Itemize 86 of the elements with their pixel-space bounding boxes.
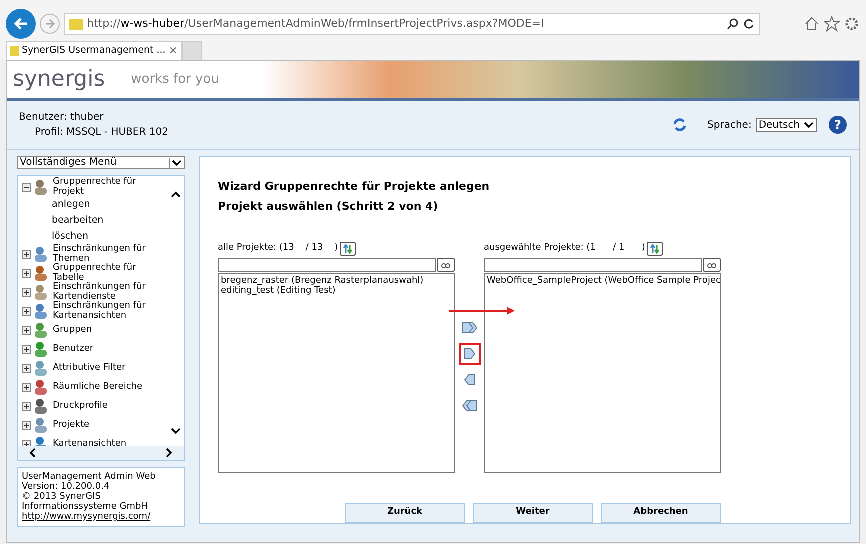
logo: synergis <box>13 66 106 94</box>
scroll-left-icon[interactable] <box>28 448 38 458</box>
back-button[interactable] <box>6 9 36 39</box>
tab-close[interactable]: × <box>168 42 178 60</box>
sort-button[interactable] <box>340 242 356 256</box>
website-link[interactable]: http://www.mysynergis.com/ <box>22 512 180 522</box>
sort-icon <box>650 244 660 254</box>
wizard-button[interactable]: Abbrechen <box>601 503 721 523</box>
menu-subitem[interactable]: löschen <box>22 229 168 244</box>
chevron-icon[interactable] <box>172 158 182 168</box>
binoculars-icon <box>441 261 451 269</box>
list-item[interactable]: bregenz_raster (Bregenz Rasterplanauswahl) <box>221 276 452 286</box>
filter-field[interactable] <box>218 258 436 272</box>
list-label: alle Projekte: (13 / 13 ) <box>218 242 338 256</box>
expand-toggle-icon[interactable] <box>22 268 31 278</box>
filter-button[interactable] <box>437 258 455 272</box>
expand-toggle-icon[interactable] <box>22 306 31 316</box>
wizard-button[interactable]: Zurück <box>345 503 465 523</box>
menu-select[interactable]: Vollständiges Menü <box>17 156 185 169</box>
settings-icon[interactable] <box>844 16 860 32</box>
menu-item[interactable]: Einschränkungen für Themen <box>53 244 168 264</box>
browser-tab[interactable]: SynerGIS Usermanagement ... × <box>6 41 182 60</box>
annotation-arrow <box>449 307 515 315</box>
chevron-icon[interactable] <box>804 120 814 130</box>
scroll-down-icon[interactable] <box>171 426 181 436</box>
expand-toggle-icon[interactable] <box>22 420 31 430</box>
language-value: Deutsch <box>758 118 800 132</box>
sort-icon <box>343 244 354 254</box>
forward-arrow-icon <box>45 19 55 29</box>
menu-subitem[interactable]: anlegen <box>22 197 168 212</box>
wizard-subtitle: Projekt auswählen (Schritt 2 von 4) <box>218 198 440 214</box>
language-select[interactable]: Deutsch <box>756 118 817 132</box>
wizard-button[interactable]: Weiter <box>473 503 593 523</box>
expand-toggle-icon[interactable] <box>22 440 31 446</box>
language-label: Sprache: <box>708 118 752 132</box>
star-icon[interactable] <box>824 16 840 32</box>
profile-text: Profil: MSSQL - HUBER 102 <box>34 126 168 140</box>
expand-toggle-icon[interactable] <box>22 364 31 372</box>
expand-toggle-icon[interactable] <box>22 288 31 296</box>
tab-title: SynerGIS Usermanagement ... <box>22 44 166 58</box>
sync-icon[interactable] <box>672 117 688 133</box>
expand-toggle-icon[interactable] <box>22 344 31 354</box>
menu-select-value: Vollständiges Menü <box>20 156 117 170</box>
expand-toggle-icon[interactable] <box>22 402 31 410</box>
expand-toggle-icon[interactable] <box>22 382 31 392</box>
menu-item[interactable]: Einschränkungen für Kartenansichten <box>53 301 168 321</box>
collapse-toggle-icon[interactable] <box>22 182 31 192</box>
expand-toggle-icon[interactable] <box>22 250 31 258</box>
menu-item[interactable]: Gruppenrechte für Projekt <box>53 177 168 197</box>
page-icon <box>10 46 19 56</box>
binoculars-icon <box>707 261 717 269</box>
list-label: ausgewählte Projekte: (1 / 1 ) <box>484 242 646 256</box>
page-icon <box>69 18 83 30</box>
user-text: Benutzer: thuber <box>19 111 105 125</box>
address-bar[interactable]: http://w-ws-huber/UserManagementAdminWeb/frmInsertProjectPrivs.aspx?MODE=I <box>64 13 760 35</box>
menu-item[interactable]: Druckprofile <box>53 401 108 411</box>
list-item[interactable]: WebOffice_SampleProject (WebOffice Sample Projec <box>487 276 718 286</box>
about-text: UserManagement Admin Web <box>22 472 157 482</box>
wizard-title: Wizard Gruppenrechte für Projekte anlegen <box>218 179 491 195</box>
search-icon[interactable] <box>727 18 739 30</box>
menu-item[interactable]: Benutzer <box>53 344 94 354</box>
back-arrow-icon <box>13 16 29 32</box>
menu-item[interactable]: Attributive Filter <box>53 363 126 373</box>
about-text: Version: 10.200.0.4 <box>22 482 111 492</box>
scroll-up-icon[interactable] <box>171 190 181 200</box>
menu-item[interactable]: Räumliche Bereiche <box>53 382 143 392</box>
list-item[interactable]: editing_test (Editing Test) <box>221 286 452 296</box>
refresh-icon[interactable] <box>743 18 755 30</box>
sort-button[interactable] <box>647 242 664 256</box>
url-text: http://w-ws-huber/UserManagementAdminWeb/frmInsertProjectPrivs.aspx?MODE=I <box>87 16 546 32</box>
menu-item[interactable]: Projekte <box>53 420 90 430</box>
home-icon[interactable] <box>804 16 820 32</box>
help-button[interactable]: ? <box>829 116 847 134</box>
move-button[interactable] <box>458 343 480 365</box>
menu-item[interactable]: Gruppen <box>53 325 92 335</box>
about-text: Informationssysteme GmbH <box>22 502 149 512</box>
menu-item[interactable]: Einschränkungen für Kartendienste <box>53 282 168 302</box>
filter-button[interactable] <box>703 258 721 272</box>
menu-item[interactable]: Gruppenrechte für Tabelle <box>53 263 168 283</box>
about-text: © 2013 SynerGIS <box>22 492 102 502</box>
scroll-right-icon[interactable] <box>164 448 174 458</box>
menu-subitem[interactable]: bearbeiten <box>22 213 168 228</box>
expand-toggle-icon[interactable] <box>22 326 31 334</box>
slogan: works for you <box>131 70 220 89</box>
menu-item[interactable]: Kartenansichten <box>53 439 127 446</box>
filter-field[interactable] <box>484 258 702 272</box>
